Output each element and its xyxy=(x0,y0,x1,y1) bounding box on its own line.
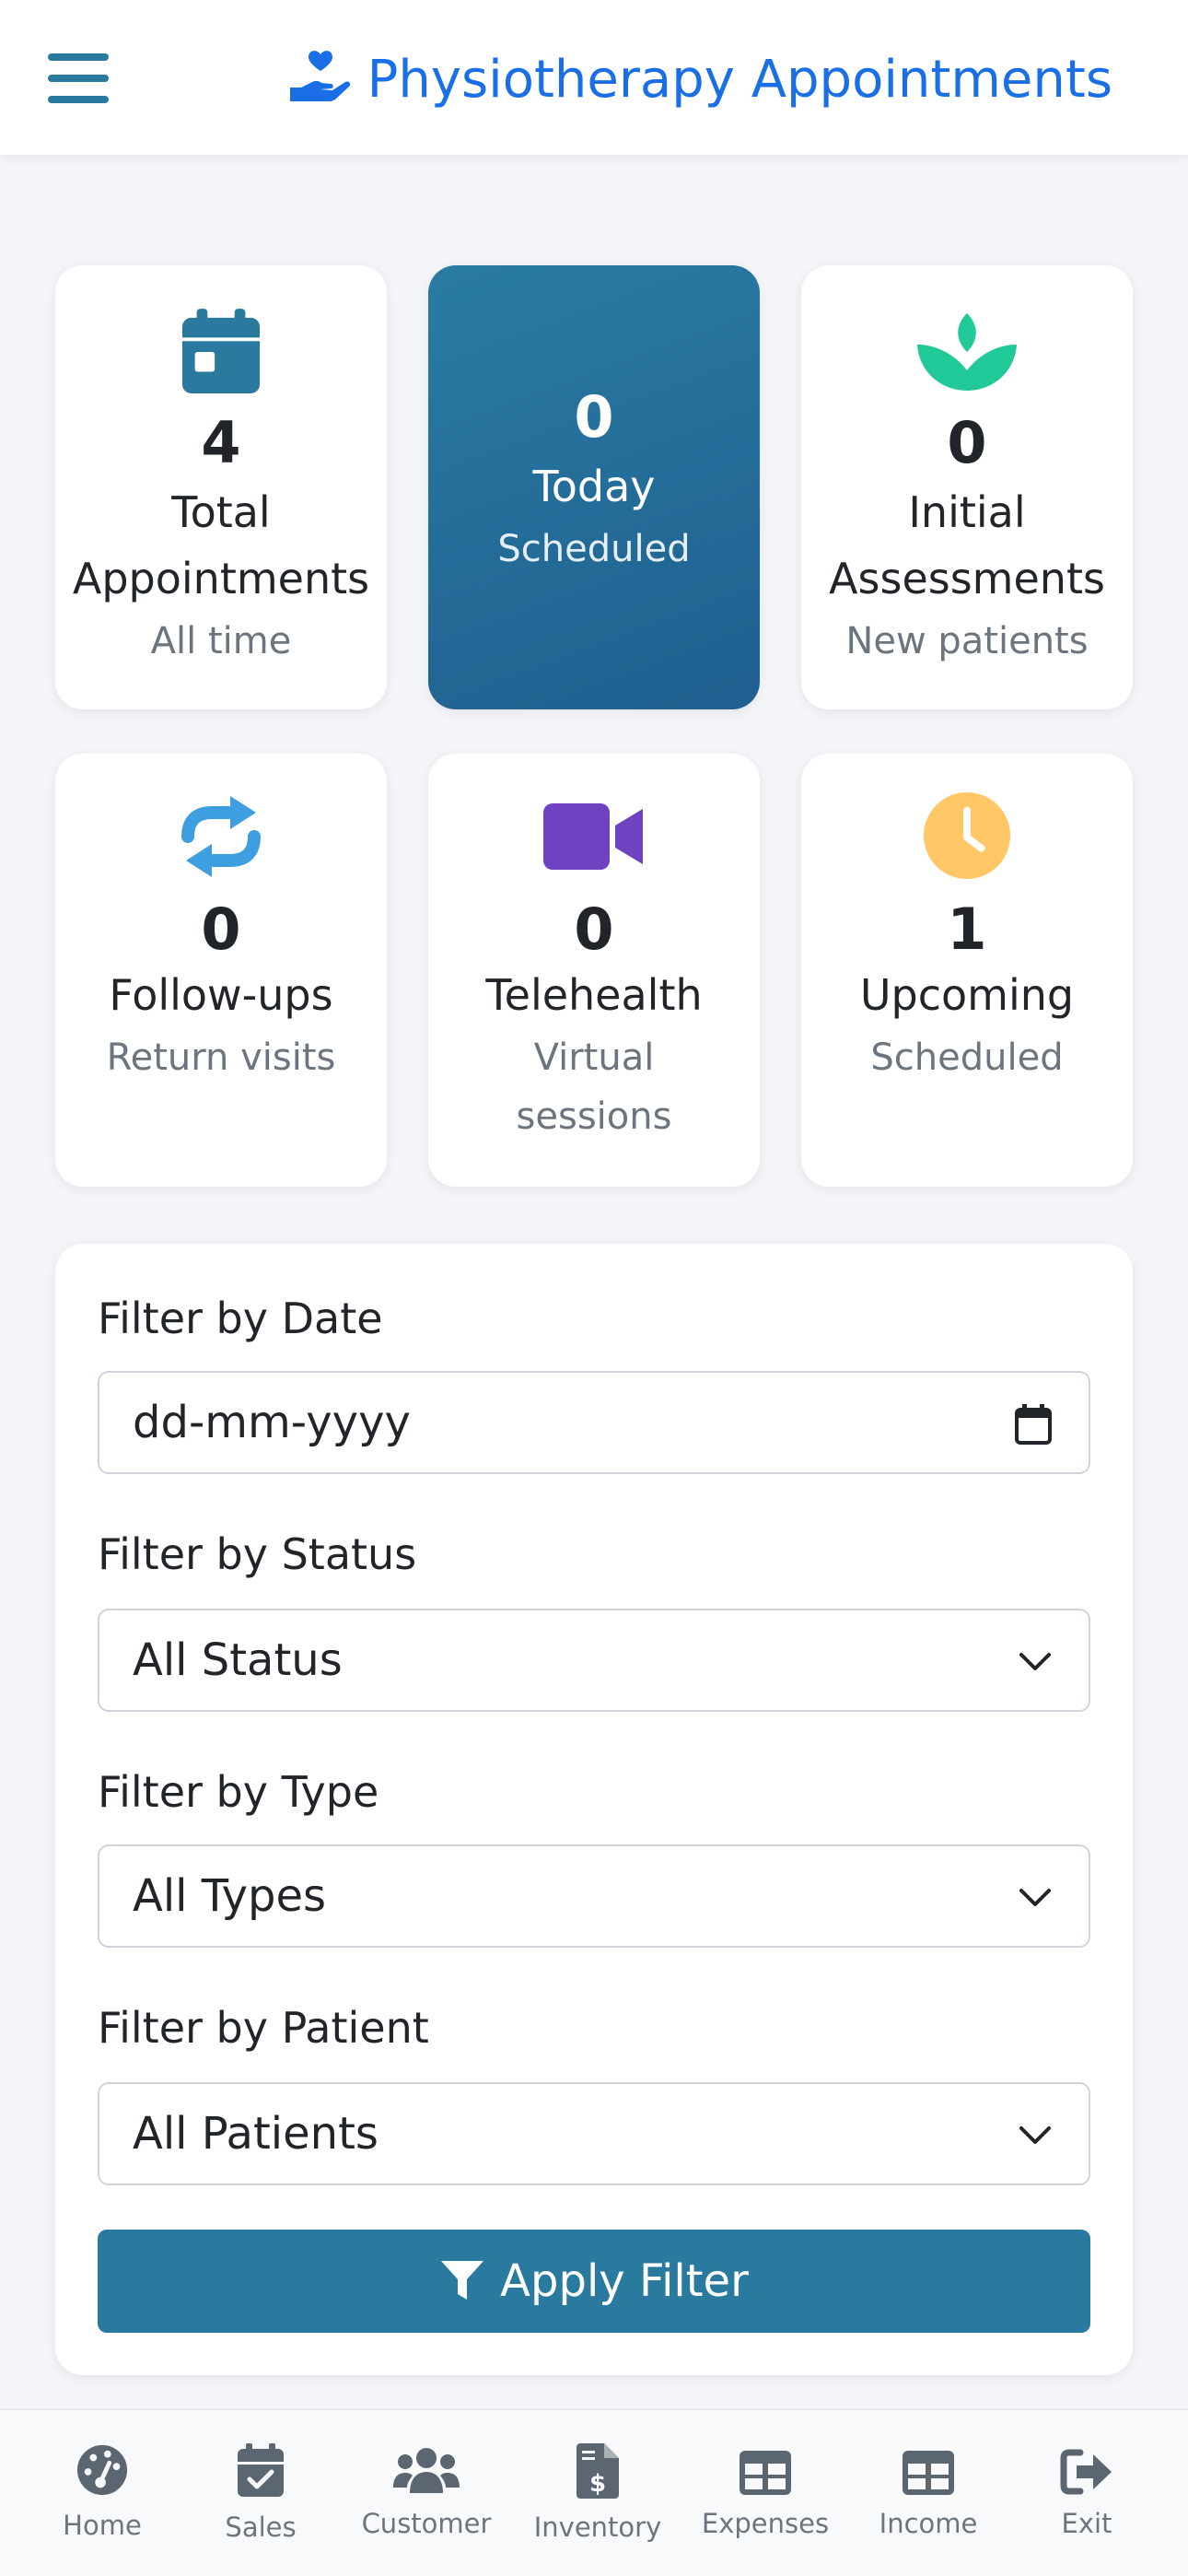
stat-label: Initial xyxy=(908,487,1026,537)
apply-filter-button[interactable]: Apply Filter xyxy=(98,2230,1090,2333)
nav-label: Inventory xyxy=(533,2512,662,2543)
stat-number: 0 xyxy=(201,896,241,963)
filter-panel: Filter by Date dd-mm-yyyy Filter by Stat… xyxy=(55,1244,1133,2375)
gauge-icon xyxy=(76,2444,128,2496)
video-icon xyxy=(543,803,643,870)
nav-label: Income xyxy=(879,2508,978,2539)
nav-label: Sales xyxy=(225,2512,297,2543)
stat-subtitle: All time xyxy=(150,620,292,662)
stat-number: 0 xyxy=(947,409,987,476)
table-icon xyxy=(740,2451,791,2495)
stat-label: Appointments xyxy=(72,554,370,603)
stat-subtitle: Return visits xyxy=(106,1036,336,1079)
calendar-icon xyxy=(181,309,261,393)
nav-item-inventory[interactable]: $ Inventory xyxy=(519,2410,676,2576)
stat-label: Follow-ups xyxy=(109,970,333,1020)
stat-subtitle: Virtual xyxy=(533,1036,655,1079)
stat-card-total-appointments[interactable]: 4 Total Appointments All time xyxy=(55,265,387,709)
stat-card-initial-assessments[interactable]: 0 Initial Assessments New patients xyxy=(801,265,1133,709)
stat-number: 0 xyxy=(574,896,614,963)
nav-label: Expenses xyxy=(701,2508,830,2539)
app-header: Physiotherapy Appointments xyxy=(0,0,1188,155)
filter-funnel-icon xyxy=(441,2261,484,2300)
clock-icon xyxy=(923,791,1011,880)
calendar-picker-icon[interactable] xyxy=(1015,1404,1052,1445)
stat-label: Assessments xyxy=(829,554,1105,603)
patient-filter-select[interactable]: All Patients xyxy=(98,2082,1090,2185)
hamburger-menu-icon[interactable] xyxy=(48,53,109,103)
filter-status-label: Filter by Status xyxy=(98,1529,417,1579)
chevron-down-icon xyxy=(1019,2126,1051,2144)
nav-item-expenses[interactable]: Expenses xyxy=(687,2410,844,2576)
calendar-check-icon xyxy=(238,2443,284,2497)
nav-label: Customer xyxy=(361,2508,492,2539)
date-filter-input[interactable]: dd-mm-yyyy xyxy=(98,1371,1090,1474)
patient-selected-value: All Patients xyxy=(133,2108,379,2160)
repeat-icon xyxy=(181,796,261,877)
brand: Physiotherapy Appointments xyxy=(288,42,1112,116)
nav-label: Exit xyxy=(1061,2508,1112,2539)
stat-number: 1 xyxy=(947,896,987,963)
spa-icon xyxy=(917,313,1017,391)
chevron-down-icon xyxy=(1019,1889,1051,1906)
page-title: Physiotherapy Appointments xyxy=(367,49,1112,110)
stat-label: Total xyxy=(171,487,271,537)
type-filter-select[interactable]: All Types xyxy=(98,1844,1090,1948)
hand-holding-heart-icon xyxy=(289,51,350,101)
apply-filter-label: Apply Filter xyxy=(500,2255,749,2307)
bottom-navigation: Home Sales Customer $ Inventory Expenses… xyxy=(0,2408,1188,2576)
nav-item-home[interactable]: Home xyxy=(24,2410,181,2576)
nav-label: Home xyxy=(63,2510,142,2541)
nav-item-customer[interactable]: Customer xyxy=(348,2410,505,2576)
stat-subtitle: New patients xyxy=(845,620,1089,662)
stat-card-upcoming[interactable]: 1 Upcoming Scheduled xyxy=(801,754,1133,1187)
table-icon xyxy=(903,2451,954,2495)
date-placeholder: dd-mm-yyyy xyxy=(133,1397,411,1448)
stat-subtitle: Scheduled xyxy=(870,1036,1064,1079)
stat-label: Upcoming xyxy=(859,970,1075,1020)
stat-card-follow-ups[interactable]: 0 Follow-ups Return visits xyxy=(55,754,387,1187)
type-selected-value: All Types xyxy=(133,1870,327,1922)
stat-number: 0 xyxy=(574,383,614,451)
stat-label: Telehealth xyxy=(485,970,703,1020)
stat-number: 4 xyxy=(201,409,241,476)
filter-type-label: Filter by Type xyxy=(98,1767,379,1817)
users-icon xyxy=(393,2448,460,2493)
stat-card-telehealth[interactable]: 0 Telehealth Virtual sessions xyxy=(428,754,760,1187)
stat-subtitle: sessions xyxy=(516,1095,672,1138)
nav-item-exit[interactable]: Exit xyxy=(1008,2410,1165,2576)
stat-label: Today xyxy=(532,462,656,511)
stat-subtitle: Scheduled xyxy=(497,528,691,570)
chevron-down-icon xyxy=(1019,1653,1051,1670)
sign-out-icon xyxy=(1060,2449,1112,2495)
status-selected-value: All Status xyxy=(133,1634,343,1686)
svg-text:$: $ xyxy=(589,2470,606,2498)
stat-card-today[interactable]: 0 Today Scheduled xyxy=(428,265,760,709)
file-invoice-dollar-icon: $ xyxy=(577,2443,619,2499)
filter-patient-label: Filter by Patient xyxy=(98,2003,429,2053)
nav-item-sales[interactable]: Sales xyxy=(182,2410,339,2576)
status-filter-select[interactable]: All Status xyxy=(98,1609,1090,1712)
nav-item-income[interactable]: Income xyxy=(850,2410,1007,2576)
filter-date-label: Filter by Date xyxy=(98,1294,383,1343)
